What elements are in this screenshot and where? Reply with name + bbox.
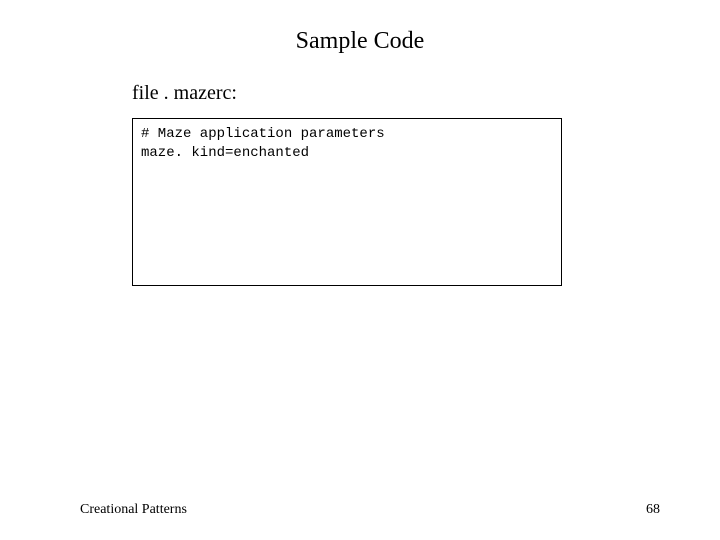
code-block: # Maze application parameters maze. kind… [132,118,562,286]
code-line-2: maze. kind=enchanted [141,145,309,161]
file-label: file . mazerc: [132,82,237,105]
code-line-1: # Maze application parameters [141,126,385,142]
page-number: 68 [646,502,660,518]
slide-title: Sample Code [0,28,720,55]
footer-section: Creational Patterns [80,502,187,518]
